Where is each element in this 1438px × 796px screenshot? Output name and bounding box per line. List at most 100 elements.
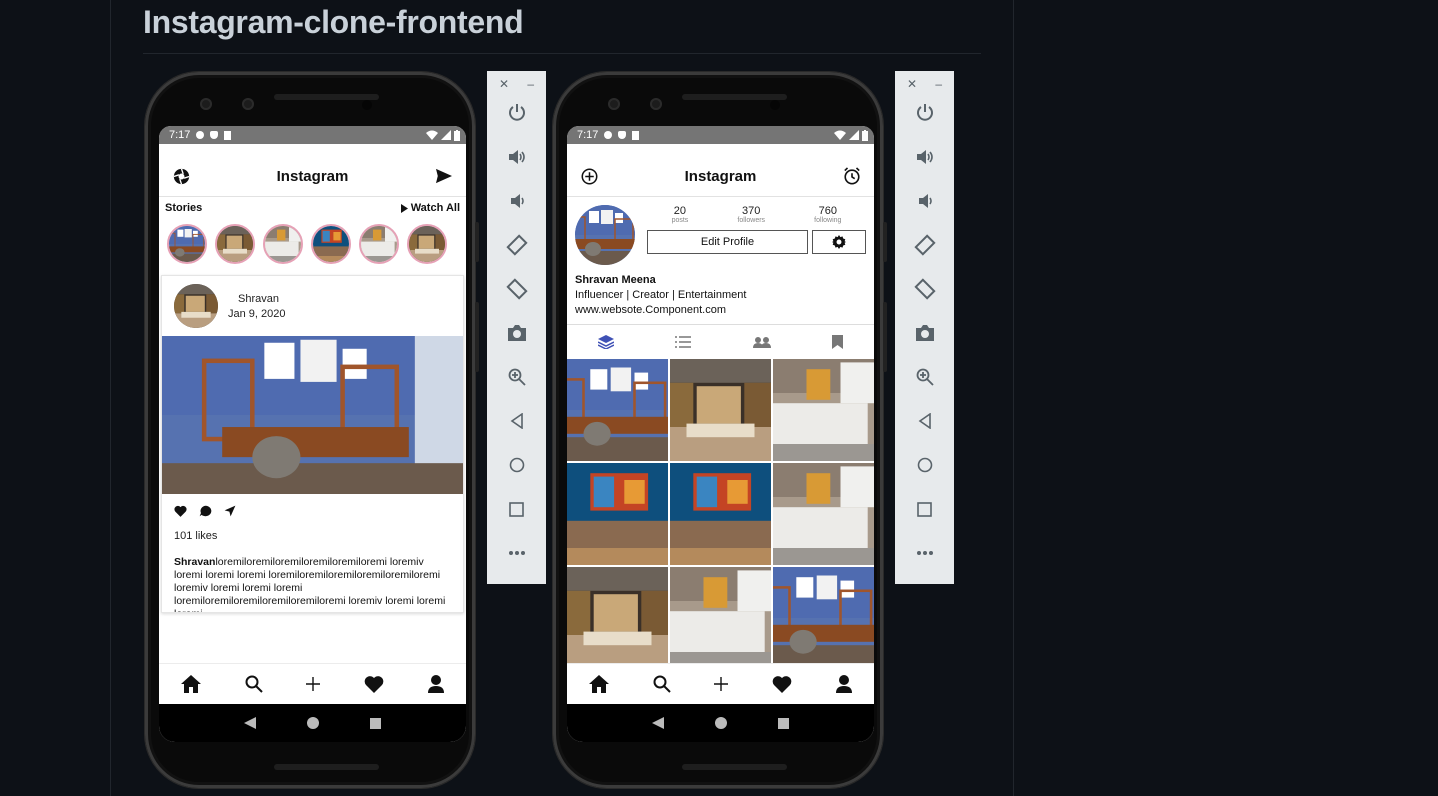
post-username[interactable]: Shravan <box>238 293 286 305</box>
bottom-speaker <box>682 764 787 770</box>
camera-shutter-icon[interactable] <box>171 166 191 186</box>
grid-photo[interactable] <box>670 359 771 461</box>
rotate-right-icon[interactable] <box>895 267 954 311</box>
grid-photo[interactable] <box>670 567 771 669</box>
alarm-icon[interactable] <box>842 166 862 186</box>
more-icon[interactable] <box>895 531 954 575</box>
zoom-in-icon[interactable] <box>895 355 954 399</box>
add-icon[interactable] <box>306 677 321 691</box>
volume-down-icon[interactable] <box>487 179 546 223</box>
post-avatar[interactable] <box>174 284 218 328</box>
profile-bio: Shravan Meena Influencer | Creator | Ent… <box>567 265 874 318</box>
profile-name: Shravan Meena <box>575 274 656 286</box>
heart-icon[interactable] <box>364 675 384 693</box>
nav-recents-icon[interactable] <box>369 717 381 729</box>
caption-username[interactable]: Shravan <box>174 556 215 568</box>
power-key <box>883 222 887 262</box>
camera-icon[interactable] <box>895 311 954 355</box>
earpiece <box>274 94 379 100</box>
grid-photo[interactable] <box>773 463 874 565</box>
search-icon[interactable] <box>653 675 671 693</box>
phone-frame-feed: 7:17 Instagram Stories Watch All Shravan… <box>145 72 479 788</box>
nav-recents-icon[interactable] <box>777 717 789 729</box>
power-icon[interactable] <box>487 91 546 135</box>
grid-photo[interactable] <box>670 463 771 565</box>
minimize-icon[interactable]: – <box>935 77 942 91</box>
person-icon[interactable] <box>428 675 445 693</box>
add-icon[interactable] <box>714 677 729 691</box>
list-icon[interactable] <box>675 336 692 348</box>
volume-up-icon[interactable] <box>487 135 546 179</box>
home-circle-icon[interactable] <box>895 443 954 487</box>
zoom-in-icon[interactable] <box>487 355 546 399</box>
feed-app-header: Instagram <box>159 156 466 196</box>
post-header: Shravan Jan 9, 2020 <box>162 276 463 336</box>
phone-frame-profile: 7:17 Instagram 20 posts 370 followers 76… <box>553 72 887 788</box>
nav-home-icon[interactable] <box>714 717 727 729</box>
followers-stat[interactable]: 370 followers <box>737 205 765 224</box>
camera-icon[interactable] <box>487 311 546 355</box>
story-avatar[interactable] <box>263 224 303 264</box>
profile-screen: 7:17 Instagram 20 posts 370 followers 76… <box>567 126 874 742</box>
back-icon[interactable] <box>487 399 546 443</box>
share-icon[interactable] <box>224 505 236 517</box>
grid-photo[interactable] <box>773 567 874 669</box>
android-nav-bar <box>567 704 874 742</box>
power-icon[interactable] <box>895 91 954 135</box>
settings-button[interactable] <box>812 230 866 254</box>
following-stat[interactable]: 760 following <box>814 205 841 224</box>
following-count: 760 <box>818 205 837 217</box>
heart-icon[interactable] <box>772 675 792 693</box>
person-icon[interactable] <box>836 675 853 693</box>
more-icon[interactable] <box>487 531 546 575</box>
nav-back-icon[interactable] <box>652 717 665 729</box>
back-icon[interactable] <box>895 399 954 443</box>
home-circle-icon[interactable] <box>487 443 546 487</box>
likes-count: 101 likes <box>174 530 218 542</box>
post-image[interactable] <box>162 336 463 494</box>
watch-all-button[interactable]: Watch All <box>400 202 460 214</box>
story-avatar[interactable] <box>167 224 207 264</box>
grid-photo[interactable] <box>567 463 668 565</box>
overview-icon[interactable] <box>895 487 954 531</box>
volume-down-icon[interactable] <box>895 179 954 223</box>
grid-photo[interactable] <box>773 359 874 461</box>
story-avatar[interactable] <box>359 224 399 264</box>
bottom-tab-bar <box>159 663 466 704</box>
add-circle-icon[interactable] <box>579 166 599 186</box>
like-heart-icon[interactable] <box>174 505 187 517</box>
edit-profile-button[interactable]: Edit Profile <box>647 230 808 254</box>
nav-back-icon[interactable] <box>244 717 257 729</box>
rotate-right-icon[interactable] <box>487 267 546 311</box>
search-icon[interactable] <box>245 675 263 693</box>
home-icon[interactable] <box>180 675 201 693</box>
send-icon[interactable] <box>434 166 454 186</box>
nav-home-icon[interactable] <box>306 717 319 729</box>
shield-status-icon <box>210 131 219 139</box>
group-icon[interactable] <box>752 336 771 348</box>
app-title: Instagram <box>684 167 757 185</box>
profile-website-link[interactable]: www.websote.Component.com <box>575 303 866 318</box>
profile-avatar[interactable] <box>575 205 635 265</box>
rotate-left-icon[interactable] <box>487 223 546 267</box>
home-icon[interactable] <box>588 675 609 693</box>
post-actions <box>162 494 463 528</box>
story-avatar[interactable] <box>311 224 351 264</box>
close-icon[interactable]: ✕ <box>499 77 509 91</box>
profile-stats: 20 posts 370 followers 760 following Edi… <box>647 205 866 265</box>
grid-photo[interactable] <box>567 359 668 461</box>
posts-stat[interactable]: 20 posts <box>672 205 689 224</box>
overview-icon[interactable] <box>487 487 546 531</box>
rotate-left-icon[interactable] <box>895 223 954 267</box>
story-avatar[interactable] <box>407 224 447 264</box>
grid-photo[interactable] <box>567 567 668 669</box>
post-card: Shravan Jan 9, 2020 101 likes Shravanlor… <box>161 275 464 613</box>
front-camera <box>608 98 620 110</box>
layers-icon[interactable] <box>597 335 614 349</box>
close-icon[interactable]: ✕ <box>907 77 917 91</box>
volume-up-icon[interactable] <box>895 135 954 179</box>
comment-icon[interactable] <box>199 505 212 517</box>
bookmark-icon[interactable] <box>832 335 844 349</box>
minimize-icon[interactable]: – <box>527 77 534 91</box>
story-avatar[interactable] <box>215 224 255 264</box>
